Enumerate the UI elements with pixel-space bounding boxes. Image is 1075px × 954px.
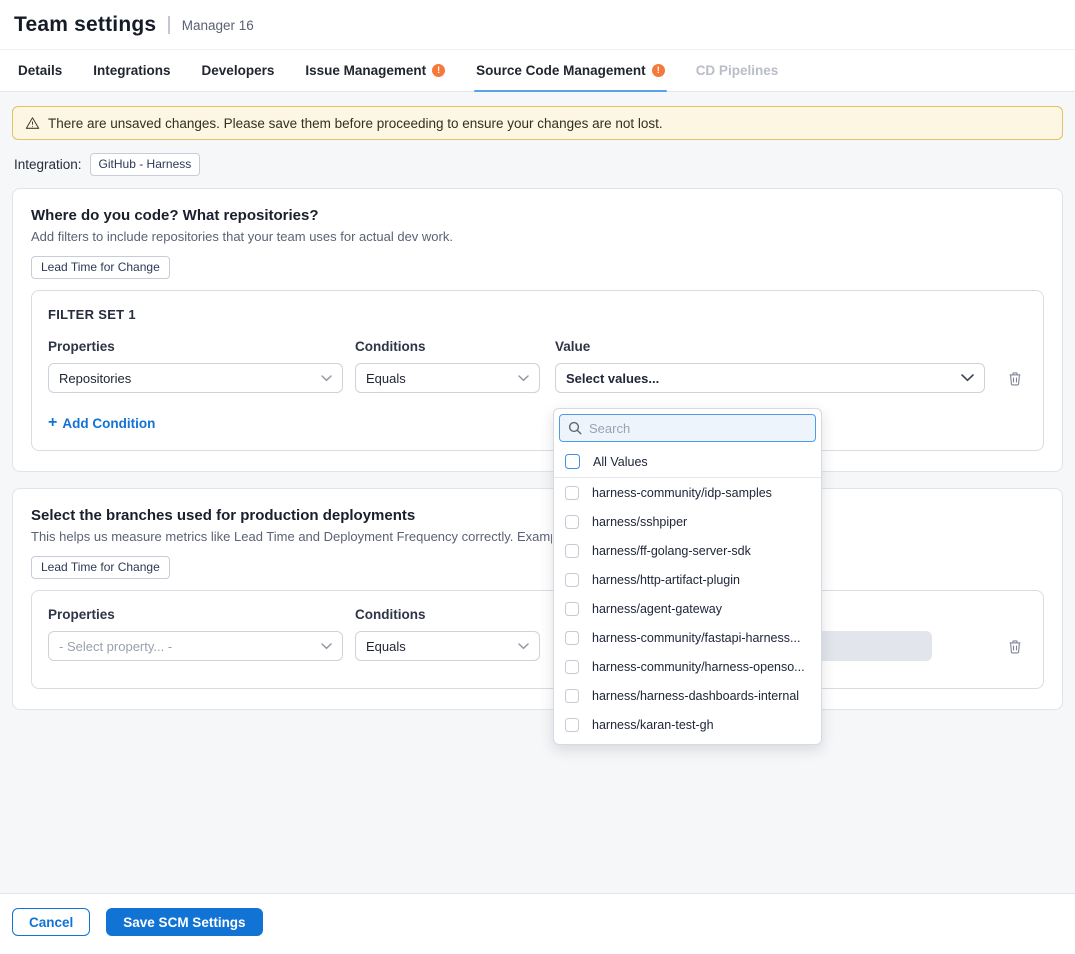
value-multiselect[interactable]: Select values...	[555, 363, 985, 393]
integration-chip[interactable]: GitHub - Harness	[90, 153, 201, 176]
add-condition-button[interactable]: + Add Condition	[48, 415, 155, 431]
filter-set-title: FILTER SET 1	[48, 307, 1027, 322]
warning-badge-icon: !	[652, 64, 665, 77]
search-icon	[568, 421, 582, 435]
page-subtitle: Manager 16	[182, 18, 254, 33]
trash-icon	[1008, 639, 1022, 654]
repo-option[interactable]: harness-community/idp-samples	[554, 478, 821, 507]
repo-option[interactable]: harness-community/harness-openso...	[554, 652, 821, 681]
page-title: Team settings	[14, 13, 156, 37]
conditions-label: Conditions	[355, 607, 540, 622]
checkbox[interactable]	[565, 515, 579, 529]
plus-icon: +	[48, 415, 57, 431]
repo-option[interactable]: harness/http-artifact-plugin	[554, 565, 821, 594]
filter-set-1: FILTER SET 1 Properties Conditions Value…	[31, 290, 1044, 451]
checkbox[interactable]	[565, 689, 579, 703]
dropdown-search-input[interactable]	[589, 421, 807, 436]
condition-select[interactable]: Equals	[355, 631, 540, 661]
tab-cd-pipelines: CD Pipelines	[696, 50, 779, 91]
lead-time-tag: Lead Time for Change	[31, 256, 170, 279]
repositories-card-title: Where do you code? What repositories?	[31, 207, 1044, 224]
integration-label: Integration:	[14, 157, 82, 172]
chevron-down-icon	[961, 374, 974, 382]
dropdown-search-wrap	[554, 409, 821, 446]
dropdown-search-box	[559, 414, 816, 442]
property-select[interactable]: - Select property... -	[48, 631, 343, 661]
warning-badge-icon: !	[432, 64, 445, 77]
properties-label: Properties	[48, 339, 343, 354]
lead-time-tag: Lead Time for Change	[31, 556, 170, 579]
condition-select[interactable]: Equals	[355, 363, 540, 393]
branches-card-subtitle: This helps us measure metrics like Lead …	[31, 529, 552, 544]
repo-option[interactable]: harness/ff-golang-server-sdk	[554, 536, 821, 565]
content-area: There are unsaved changes. Please save t…	[0, 92, 1075, 893]
column-labels: Properties Conditions	[48, 607, 1027, 622]
all-values-checkbox[interactable]	[565, 454, 580, 469]
column-labels: Properties Conditions Value	[48, 339, 1027, 354]
delete-filter-button[interactable]	[1005, 368, 1025, 388]
tab-source-code-management[interactable]: Source Code Management !	[476, 50, 665, 91]
footer-action-bar: Cancel Save SCM Settings	[0, 893, 1075, 950]
properties-label: Properties	[48, 607, 343, 622]
repo-option[interactable]: harness/agent-gateway	[554, 594, 821, 623]
branches-card: Select the branches used for production …	[12, 488, 1063, 710]
title-divider	[168, 16, 170, 34]
warning-triangle-icon	[25, 116, 40, 130]
repo-option[interactable]: harness/karan-test-gh	[554, 710, 821, 739]
integration-row: Integration: GitHub - Harness	[14, 153, 1061, 176]
cancel-button[interactable]: Cancel	[12, 908, 90, 936]
repo-option[interactable]: harness/sshpiper	[554, 507, 821, 536]
property-select[interactable]: Repositories	[48, 363, 343, 393]
checkbox[interactable]	[565, 631, 579, 645]
value-dropdown-panel: All Values harness-community/idp-samples…	[553, 408, 822, 745]
delete-filter-button[interactable]	[1005, 636, 1025, 656]
checkbox[interactable]	[565, 486, 579, 500]
checkbox[interactable]	[565, 544, 579, 558]
tab-integrations[interactable]: Integrations	[93, 50, 170, 91]
page-header: Team settings Manager 16	[0, 0, 1075, 50]
repo-option-clipped[interactable]: harness/...	[554, 739, 821, 745]
checkbox[interactable]	[565, 660, 579, 674]
checkbox[interactable]	[565, 602, 579, 616]
checkbox[interactable]	[565, 718, 579, 732]
branches-card-title: Select the branches used for production …	[31, 507, 1044, 524]
checkbox[interactable]	[565, 573, 579, 587]
unsaved-changes-banner: There are unsaved changes. Please save t…	[12, 106, 1063, 140]
repositories-card-subtitle: Add filters to include repositories that…	[31, 229, 1044, 244]
banner-text: There are unsaved changes. Please save t…	[48, 116, 663, 131]
tab-developers[interactable]: Developers	[202, 50, 275, 91]
all-values-option[interactable]: All Values	[554, 446, 821, 478]
filter-row: Repositories Equals Select values...	[48, 363, 1027, 393]
tab-details[interactable]: Details	[18, 50, 62, 91]
team-settings-page: Team settings Manager 16 Details Integra…	[0, 0, 1075, 954]
chevron-down-icon	[518, 375, 529, 382]
value-label: Value	[555, 339, 590, 354]
repo-option[interactable]: harness/harness-dashboards-internal	[554, 681, 821, 710]
tab-issue-management[interactable]: Issue Management !	[305, 50, 445, 91]
chevron-down-icon	[518, 643, 529, 650]
branches-filter-set: Properties Conditions - Select property.…	[31, 590, 1044, 689]
conditions-label: Conditions	[355, 339, 540, 354]
chevron-down-icon	[321, 643, 332, 650]
filter-row: - Select property... - Equals	[48, 631, 1027, 661]
repo-option[interactable]: harness-community/fastapi-harness...	[554, 623, 821, 652]
trash-icon	[1008, 371, 1022, 386]
tab-bar: Details Integrations Developers Issue Ma…	[0, 50, 1075, 92]
chevron-down-icon	[321, 375, 332, 382]
save-scm-settings-button[interactable]: Save SCM Settings	[106, 908, 262, 936]
repositories-card: Where do you code? What repositories? Ad…	[12, 188, 1063, 472]
